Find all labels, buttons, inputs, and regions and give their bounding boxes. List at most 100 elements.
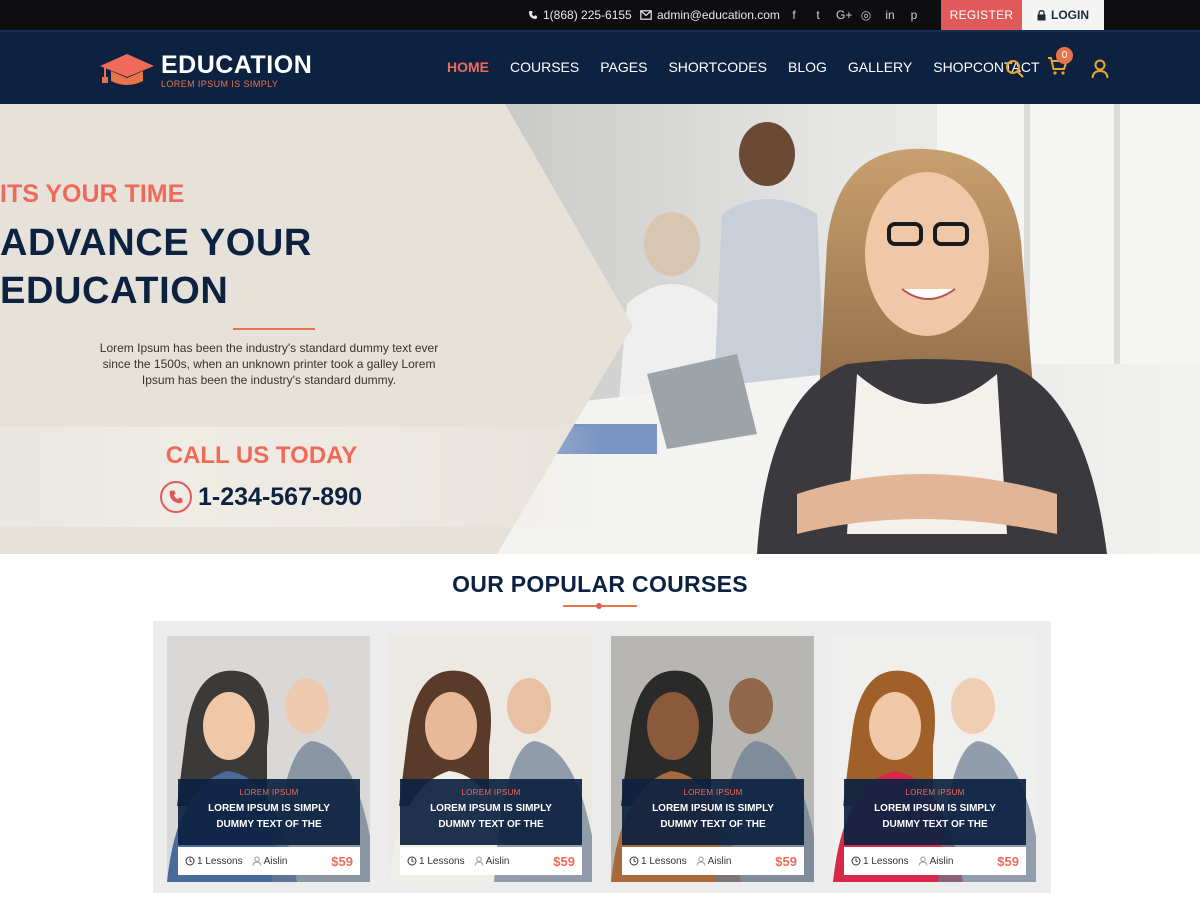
course-meta: 1 Lessons Aislin $59	[400, 847, 582, 875]
lessons-meta: 1 Lessons	[185, 856, 243, 867]
course-overlay: LOREM IPSUM LOREM IPSUM IS SIMPLY DUMMY T…	[178, 779, 360, 845]
author-name: Aislin	[263, 855, 288, 867]
logo[interactable]: EDUCATION LOREM IPSUM IS SIMPLY	[99, 52, 312, 89]
course-overlay: LOREM IPSUM LOREM IPSUM IS SIMPLY DUMMY T…	[844, 779, 1026, 845]
clock-icon	[185, 856, 195, 866]
topbar-phone[interactable]: 1(868) 225-6155	[528, 0, 632, 30]
topbar-email-text: admin@education.com	[657, 8, 780, 22]
author-name: Aislin	[929, 855, 954, 867]
lessons-meta: 1 Lessons	[407, 856, 465, 867]
lessons-meta: 1 Lessons	[851, 856, 909, 867]
social-links: f t G+ ◎ in p	[788, 0, 920, 30]
author-meta: Aislin	[252, 856, 288, 867]
topbar-phone-text: 1(868) 225-6155	[543, 8, 632, 22]
course-title[interactable]: LOREM IPSUM IS SIMPLY DUMMY TEXT OF THE	[178, 801, 360, 833]
call-us-title: CALL US TODAY	[165, 442, 358, 469]
hero-banner: ITS YOUR TIME ADVANCE YOUR EDUCATION Lor…	[0, 104, 1200, 554]
logo-title: EDUCATION	[161, 51, 313, 79]
author-name: Aislin	[707, 855, 732, 867]
login-label: LOGIN	[1051, 8, 1089, 22]
graduation-cap-icon	[100, 54, 154, 85]
phone-circle-icon	[160, 481, 192, 513]
nav-item-gallery[interactable]: GALLERY	[848, 59, 912, 75]
google-plus-icon[interactable]: G+	[836, 8, 852, 22]
course-tag: LOREM IPSUM	[683, 788, 743, 797]
nav-item-courses[interactable]: COURSES	[510, 59, 579, 75]
user-icon[interactable]	[1091, 59, 1109, 79]
course-card[interactable]: LOREM IPSUM LOREM IPSUM IS SIMPLY DUMMY T…	[389, 636, 592, 882]
lessons-count: 1 Lessons	[641, 855, 687, 867]
register-button[interactable]: REGISTER	[941, 0, 1022, 30]
mail-icon	[640, 10, 652, 20]
course-price: $59	[553, 853, 575, 869]
course-overlay: LOREM IPSUM LOREM IPSUM IS SIMPLY DUMMY T…	[400, 779, 582, 845]
course-meta: 1 Lessons Aislin $59	[178, 847, 360, 875]
top-bar: 1(868) 225-6155 admin@education.com f t G+…	[0, 0, 1200, 30]
course-title[interactable]: LOREM IPSUM IS SIMPLY DUMMY TEXT OF THE	[844, 801, 1026, 833]
hero-headline-line-2: EDUCATION	[0, 270, 229, 312]
main-header: EDUCATION LOREM IPSUM IS SIMPLY HOME COUR…	[0, 30, 1200, 104]
logo-subtitle: LOREM IPSUM IS SIMPLY	[161, 79, 279, 89]
nav-item-blog[interactable]: BLOG	[788, 59, 827, 75]
nav-item-shortcodes[interactable]: SHORTCODES	[668, 59, 767, 75]
search-icon[interactable]	[1005, 59, 1025, 79]
cart-button[interactable]: 0	[1047, 47, 1073, 81]
lessons-meta: 1 Lessons	[629, 856, 687, 867]
hero-kicker: ITS YOUR TIME	[0, 180, 185, 208]
hero-divider	[233, 328, 315, 330]
course-title[interactable]: LOREM IPSUM IS SIMPLY DUMMY TEXT OF THE	[400, 801, 582, 833]
pinterest-icon[interactable]: p	[908, 8, 920, 22]
course-photo	[389, 636, 592, 882]
lessons-count: 1 Lessons	[863, 855, 909, 867]
course-overlay: LOREM IPSUM LOREM IPSUM IS SIMPLY DUMMY T…	[622, 779, 804, 845]
course-meta: 1 Lessons Aislin $59	[844, 847, 1026, 875]
topbar-email[interactable]: admin@education.com	[640, 0, 780, 30]
course-tag: LOREM IPSUM	[461, 788, 521, 797]
phone-icon	[529, 11, 537, 19]
author-meta: Aislin	[696, 856, 732, 867]
nav-item-home[interactable]: HOME	[447, 59, 489, 75]
course-photo	[833, 636, 1036, 882]
hero-description: Lorem Ipsum has been the industry's stan…	[99, 341, 439, 387]
cart-count-badge: 0	[1056, 47, 1073, 64]
course-tag: LOREM IPSUM	[905, 788, 965, 797]
user-icon	[252, 856, 262, 866]
section-title: OUR POPULAR COURSES	[452, 571, 748, 597]
course-price: $59	[997, 853, 1019, 869]
call-phone-link[interactable]: 1-234-567-890	[160, 481, 362, 513]
course-photo	[611, 636, 814, 882]
author-meta: Aislin	[474, 856, 510, 867]
lessons-count: 1 Lessons	[197, 855, 243, 867]
call-phone-number: 1-234-567-890	[198, 482, 363, 511]
course-photo	[167, 636, 370, 882]
lock-icon	[1037, 9, 1046, 20]
clock-icon	[629, 856, 639, 866]
clock-icon	[851, 856, 861, 866]
instagram-icon[interactable]: ◎	[860, 8, 872, 22]
author-name: Aislin	[485, 855, 510, 867]
lessons-count: 1 Lessons	[419, 855, 465, 867]
course-tag: LOREM IPSUM	[239, 788, 299, 797]
twitter-icon[interactable]: t	[812, 8, 824, 22]
hero-headline-line-1: ADVANCE YOUR	[0, 222, 312, 264]
user-icon	[474, 856, 484, 866]
course-card[interactable]: LOREM IPSUM LOREM IPSUM IS SIMPLY DUMMY T…	[833, 636, 1036, 882]
section-divider-dot	[596, 603, 602, 609]
course-price: $59	[331, 853, 353, 869]
user-icon	[696, 856, 706, 866]
main-nav: HOME COURSES PAGES SHORTCODES BLOG GALLERY SHO…	[447, 32, 1040, 102]
course-card[interactable]: LOREM IPSUM LOREM IPSUM IS SIMPLY DUMMY T…	[611, 636, 814, 882]
header-icons: 0	[1005, 47, 1109, 81]
user-icon	[918, 856, 928, 866]
course-price: $59	[775, 853, 797, 869]
course-card[interactable]: LOREM IPSUM LOREM IPSUM IS SIMPLY DUMMY T…	[167, 636, 370, 882]
hero-headline: ADVANCE YOUR EDUCATION	[0, 219, 545, 315]
clock-icon	[407, 856, 417, 866]
linkedin-icon[interactable]: in	[884, 8, 896, 22]
author-meta: Aislin	[918, 856, 954, 867]
login-button[interactable]: LOGIN	[1022, 0, 1104, 30]
facebook-icon[interactable]: f	[788, 8, 800, 22]
course-title[interactable]: LOREM IPSUM IS SIMPLY DUMMY TEXT OF THE	[622, 801, 804, 833]
course-meta: 1 Lessons Aislin $59	[622, 847, 804, 875]
nav-item-pages[interactable]: PAGES	[600, 59, 647, 75]
